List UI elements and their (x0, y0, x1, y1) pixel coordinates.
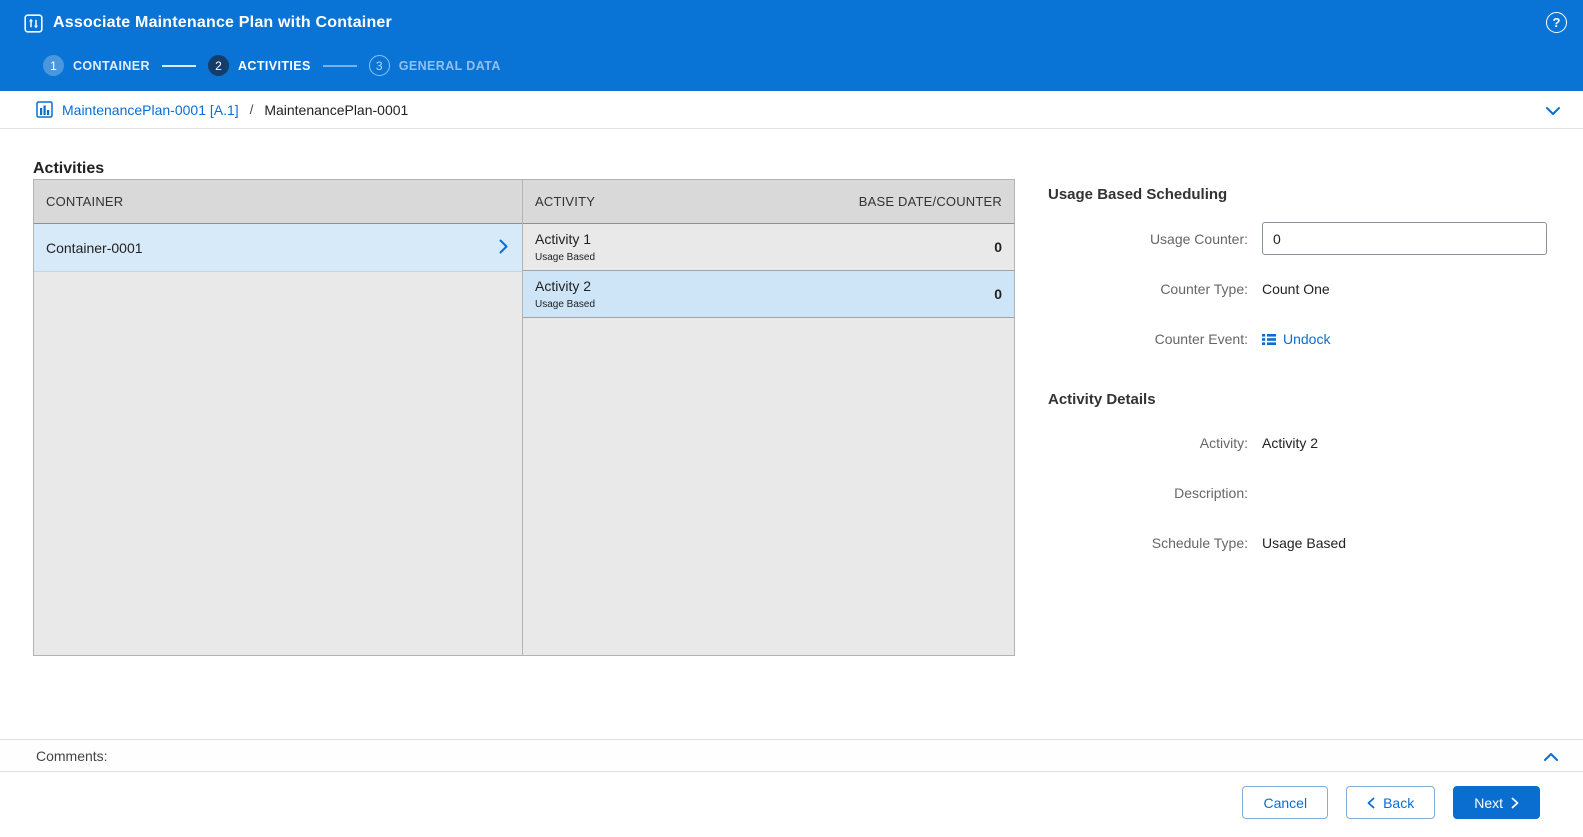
step-general-data-label: GENERAL DATA (398, 58, 501, 73)
activity-details-title: Activity Details (1048, 391, 1156, 408)
counter-event-label: Counter Event: (1154, 331, 1248, 347)
chevron-right-icon[interactable] (499, 239, 508, 257)
schedule-type-value: Usage Based (1262, 535, 1347, 551)
details-panel: Usage Based Scheduling Usage Counter: Co… (1048, 186, 1548, 559)
schedule-type-label: Schedule Type: (1151, 535, 1248, 551)
activity-schedule-type: Usage Based (535, 251, 596, 263)
activity-value: Activity 2 (1262, 435, 1319, 451)
breadcrumb-separator: / (249, 102, 254, 117)
step-container-number: 1 (43, 55, 64, 76)
back-button-label: Back (1383, 794, 1415, 811)
schedule-type-row: Schedule Type: Usage Based (1048, 527, 1548, 559)
next-button[interactable]: Next (1453, 786, 1540, 819)
step-connector (322, 64, 357, 67)
container-name: Container-0001 (46, 239, 143, 256)
activity-column-header: ACTIVITY (535, 194, 596, 209)
counter-event-icon (1262, 333, 1276, 346)
activity-table-header: ACTIVITY BASE DATE/COUNTER (523, 180, 1014, 224)
wizard-steps: 1 CONTAINER 2 ACTIVITIES 3 GENERAL DATA (43, 55, 501, 76)
activity-schedule-type: Usage Based (535, 298, 596, 310)
step-container[interactable]: 1 CONTAINER (43, 55, 150, 76)
footer-actions: Cancel Back Next (1242, 786, 1540, 819)
activity-table: ACTIVITY BASE DATE/COUNTER Activity 1 Us… (522, 179, 1015, 656)
usage-counter-input[interactable] (1262, 222, 1547, 255)
counter-event-link[interactable]: Undock (1283, 331, 1330, 347)
breadcrumb-current: MaintenancePlan-0001 (264, 101, 409, 118)
comments-label: Comments: (36, 747, 108, 764)
activities-tables: CONTAINER Container-0001 ACTIVITY BASE D… (33, 179, 1015, 656)
breadcrumb-link[interactable]: MaintenancePlan-0001 [A.1] (62, 102, 239, 118)
activity-row: Activity: Activity 2 (1048, 427, 1548, 459)
usage-counter-row: Usage Counter: (1048, 222, 1548, 255)
activities-section-title: Activities (33, 160, 105, 178)
usage-counter-label: Usage Counter: (1149, 230, 1248, 247)
cancel-button-label: Cancel (1263, 794, 1308, 811)
usage-based-scheduling-title: Usage Based Scheduling (1048, 186, 1228, 203)
description-label: Description: (1174, 485, 1248, 501)
step-general-data[interactable]: 3 GENERAL DATA (368, 55, 501, 76)
counter-event-row: Counter Event: Undock (1048, 323, 1548, 355)
activity-counter-value: 0 (994, 286, 1002, 302)
step-activities[interactable]: 2 ACTIVITIES (207, 55, 311, 76)
chevron-right-icon (1511, 797, 1519, 809)
step-connector (161, 64, 196, 67)
activity-label: Activity: (1199, 435, 1248, 451)
step-general-data-number: 3 (368, 55, 390, 76)
help-icon[interactable]: ? (1546, 12, 1567, 33)
chevron-left-icon (1367, 797, 1375, 809)
activity-counter-value: 0 (994, 239, 1002, 255)
chevron-up-icon[interactable] (1543, 749, 1559, 765)
cancel-button[interactable]: Cancel (1242, 786, 1329, 819)
container-table: CONTAINER Container-0001 (33, 179, 523, 656)
step-activities-label: ACTIVITIES (237, 58, 311, 73)
maintenance-plan-icon (36, 101, 53, 118)
description-row: Description: (1048, 477, 1548, 509)
step-activities-number: 2 (207, 55, 229, 76)
title-row: Associate Maintenance Plan with Containe… (24, 10, 1567, 36)
container-column-header: CONTAINER (34, 180, 522, 224)
activity-name: Activity 1 (535, 231, 592, 248)
step-container-label: CONTAINER (73, 58, 150, 73)
table-row-activity-2[interactable]: Activity 2 Usage Based 0 (523, 271, 1014, 318)
table-row-activity-1[interactable]: Activity 1 Usage Based 0 (523, 224, 1014, 271)
page-title: Associate Maintenance Plan with Containe… (53, 14, 392, 31)
back-button[interactable]: Back (1346, 786, 1436, 819)
counter-type-row: Counter Type: Count One (1048, 273, 1548, 305)
counter-type-value: Count One (1262, 281, 1330, 297)
associate-plan-icon (24, 13, 43, 33)
base-date-counter-column-header: BASE DATE/COUNTER (858, 194, 1002, 209)
chevron-down-icon[interactable] (1545, 103, 1561, 121)
next-button-label: Next (1474, 794, 1503, 811)
comments-bar: Comments: (0, 739, 1583, 772)
table-row-container[interactable]: Container-0001 (34, 224, 522, 272)
activity-name: Activity 2 (535, 278, 592, 295)
counter-type-label: Counter Type: (1160, 281, 1248, 297)
wizard-header: Associate Maintenance Plan with Containe… (0, 0, 1583, 91)
breadcrumb: MaintenancePlan-0001 [A.1] / Maintenance… (0, 91, 1583, 129)
